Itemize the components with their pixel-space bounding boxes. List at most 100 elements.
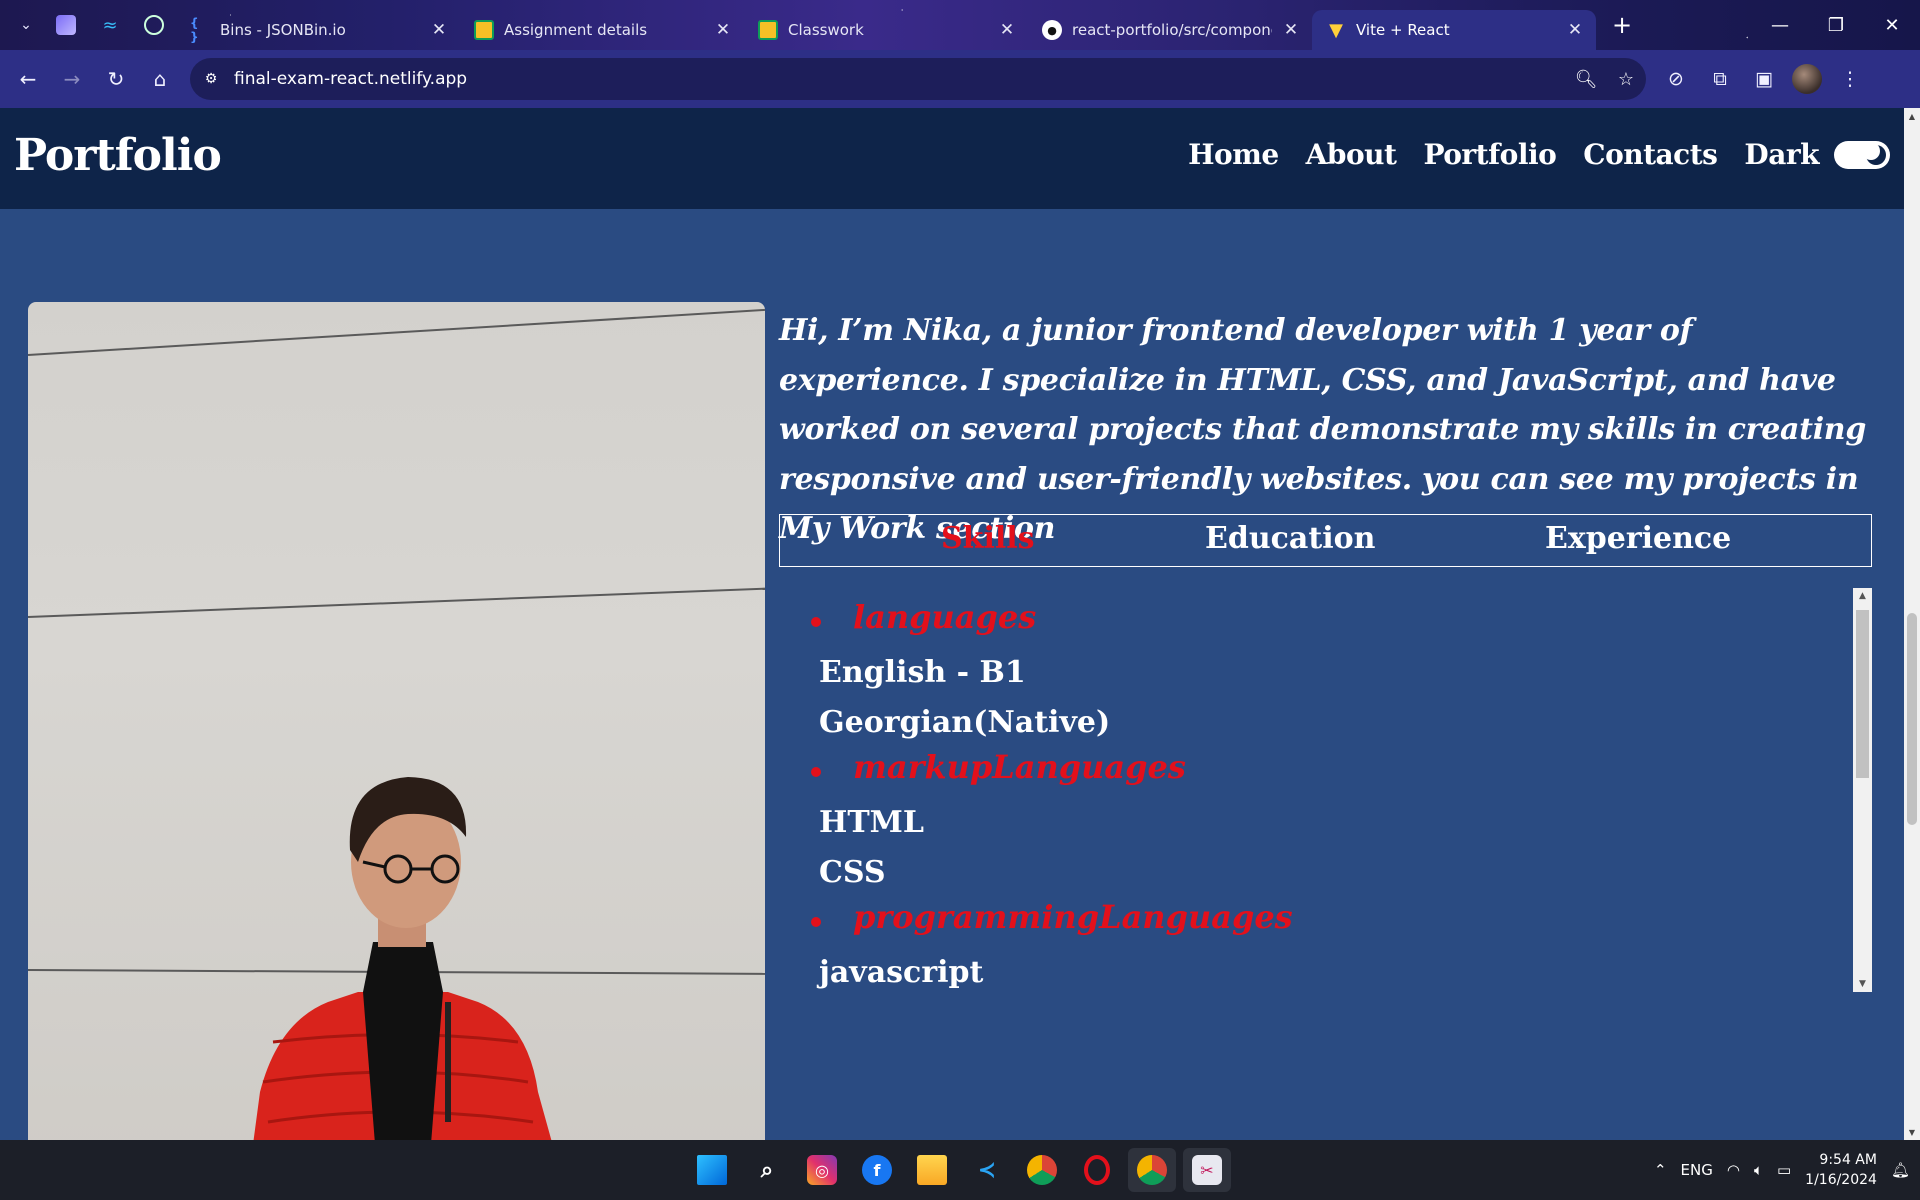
- minimize-button[interactable]: —: [1752, 0, 1808, 50]
- pinned-tab-1[interactable]: [44, 7, 88, 43]
- restore-button[interactable]: ❐: [1808, 0, 1864, 50]
- tab-assignment-details[interactable]: Assignment details ✕: [460, 10, 744, 50]
- moon-icon: [1862, 141, 1886, 165]
- facebook-app[interactable]: f: [853, 1148, 901, 1192]
- zoom-icon[interactable]: 🔍︎: [1566, 69, 1606, 90]
- wizard-hat-icon: [56, 15, 76, 35]
- menu-dots-icon[interactable]: ⋮: [1828, 57, 1872, 101]
- reload-icon: ↻: [107, 67, 125, 91]
- clock[interactable]: 9:54 AM 1/16/2024: [1805, 1150, 1877, 1190]
- reload-button[interactable]: ↻: [94, 57, 138, 101]
- chevron-up-icon[interactable]: ⌃: [1654, 1161, 1667, 1179]
- notification-bell-icon[interactable]: 🔔︎: [1891, 1161, 1910, 1179]
- close-icon: ✕: [1884, 14, 1900, 36]
- close-icon[interactable]: ✕: [998, 20, 1016, 40]
- restore-icon: ❐: [1827, 14, 1845, 36]
- windows-icon: [697, 1155, 727, 1185]
- battery-icon[interactable]: ▭: [1777, 1161, 1791, 1179]
- arrow-left-icon: ←: [19, 67, 37, 91]
- chrome-profile-app[interactable]: [1128, 1148, 1176, 1192]
- scroll-down-icon[interactable]: ▼: [1904, 1124, 1920, 1140]
- url-text[interactable]: final-exam-react.netlify.app: [234, 69, 1566, 89]
- nav-portfolio-link[interactable]: Portfolio: [1423, 138, 1556, 171]
- tab-jsonbin[interactable]: { } Bins - JSONBin.io ✕: [176, 10, 460, 50]
- skill-category: programmingLanguages: [811, 898, 1872, 948]
- skill-item: English - B1: [819, 655, 1026, 690]
- language-indicator[interactable]: ENG: [1681, 1161, 1713, 1179]
- wifi-icon[interactable]: ◠: [1727, 1161, 1740, 1179]
- classroom-icon: [758, 20, 778, 40]
- github-icon: ●: [1042, 20, 1062, 40]
- new-tab-button[interactable]: +: [1604, 7, 1640, 43]
- tab-title: Bins - JSONBin.io: [220, 21, 346, 39]
- scroll-thumb[interactable]: [1907, 613, 1917, 825]
- scroll-up-icon[interactable]: ▲: [1904, 108, 1920, 124]
- side-panel-icon[interactable]: ▣: [1742, 57, 1786, 101]
- site-info-icon[interactable]: ⚙: [196, 64, 226, 94]
- tab-title: Assignment details: [504, 21, 648, 39]
- home-icon: ⌂: [153, 67, 167, 91]
- tab-github[interactable]: ● react-portfolio/src/componen ✕: [1028, 10, 1312, 50]
- tab-title: Vite + React: [1356, 21, 1450, 39]
- back-button[interactable]: ←: [6, 57, 50, 101]
- close-icon[interactable]: ✕: [1566, 20, 1584, 40]
- profile-avatar[interactable]: [1792, 64, 1822, 94]
- vite-icon: ▼: [1329, 19, 1343, 41]
- home-button[interactable]: ⌂: [138, 57, 182, 101]
- file-explorer-app[interactable]: [908, 1148, 956, 1192]
- page-scrollbar[interactable]: ▲ ▼: [1904, 108, 1920, 1140]
- nav-contacts-link[interactable]: Contacts: [1583, 138, 1718, 171]
- chrome-icon: [1137, 1155, 1167, 1185]
- instagram-app[interactable]: ◎: [798, 1148, 846, 1192]
- extension-compass-icon[interactable]: ⊘: [1654, 57, 1698, 101]
- skills-panel[interactable]: languages English - B1 Georgian(Native) …: [779, 580, 1872, 992]
- nav-about-link[interactable]: About: [1306, 138, 1397, 171]
- dark-mode-toggle[interactable]: [1834, 140, 1890, 169]
- snipping-tool-icon: ✂: [1192, 1155, 1222, 1185]
- scroll-down-icon[interactable]: ▼: [1853, 976, 1872, 992]
- folder-icon: [917, 1155, 947, 1185]
- nav-home-link[interactable]: Home: [1188, 138, 1279, 171]
- tab-skills[interactable]: Skills: [941, 521, 1035, 556]
- tab-experience[interactable]: Experience: [1545, 521, 1731, 556]
- skills-list: languages English - B1 Georgian(Native) …: [779, 580, 1872, 992]
- close-window-button[interactable]: ✕: [1864, 0, 1920, 50]
- tab-classwork[interactable]: Classwork ✕: [744, 10, 1028, 50]
- windows-taskbar: ⌕ ◎ f ≺ ✂ ⌃ ENG ◠ 🔈︎ ▭ 9:54 AM 1/16/2024…: [0, 1140, 1920, 1200]
- chatgpt-icon: [144, 15, 164, 35]
- dark-mode-label: Dark: [1744, 138, 1819, 171]
- forward-button[interactable]: →: [50, 57, 94, 101]
- minimize-icon: —: [1771, 14, 1789, 36]
- scroll-up-icon[interactable]: ▲: [1853, 588, 1872, 604]
- close-icon[interactable]: ✕: [714, 20, 732, 40]
- system-tray: ⌃ ENG ◠ 🔈︎ ▭ 9:54 AM 1/16/2024 🔔︎: [1654, 1140, 1910, 1200]
- classroom-icon: [474, 20, 494, 40]
- tab-vite-react[interactable]: ▼ Vite + React ✕: [1312, 10, 1596, 50]
- scroll-thumb[interactable]: [1856, 610, 1869, 778]
- snipping-tool-app[interactable]: ✂: [1183, 1148, 1231, 1192]
- search-button[interactable]: ⌕: [743, 1148, 791, 1192]
- bookmark-star-icon[interactable]: ☆: [1606, 69, 1646, 90]
- opera-icon: [1084, 1155, 1110, 1185]
- vscode-app[interactable]: ≺: [963, 1148, 1011, 1192]
- tailwind-icon: ≈: [102, 14, 118, 36]
- pinned-tab-2[interactable]: ≈: [88, 7, 132, 43]
- tab-education[interactable]: Education: [1205, 521, 1375, 556]
- start-button[interactable]: [688, 1148, 736, 1192]
- person-illustration: [253, 777, 552, 1140]
- close-icon[interactable]: ✕: [1282, 20, 1300, 40]
- site-logo[interactable]: Portfolio: [14, 130, 222, 181]
- tab-search-button[interactable]: ⌄: [8, 7, 44, 43]
- page-content: Portfolio Home About Portfolio Contacts …: [0, 108, 1904, 1140]
- volume-icon[interactable]: 🔈︎: [1754, 1161, 1763, 1179]
- address-bar[interactable]: ⚙ final-exam-react.netlify.app 🔍︎ ☆: [190, 58, 1646, 100]
- pinned-tab-3[interactable]: [132, 7, 176, 43]
- clock-date: 1/16/2024: [1805, 1172, 1877, 1188]
- opera-app[interactable]: [1073, 1148, 1121, 1192]
- close-icon[interactable]: ✕: [430, 20, 448, 40]
- extensions-icon[interactable]: ⧉: [1698, 57, 1742, 101]
- skill-item: javascript: [819, 955, 984, 990]
- chrome-app[interactable]: [1018, 1148, 1066, 1192]
- skill-item: CSS: [819, 855, 886, 890]
- skills-scrollbar[interactable]: ▲ ▼: [1853, 588, 1872, 992]
